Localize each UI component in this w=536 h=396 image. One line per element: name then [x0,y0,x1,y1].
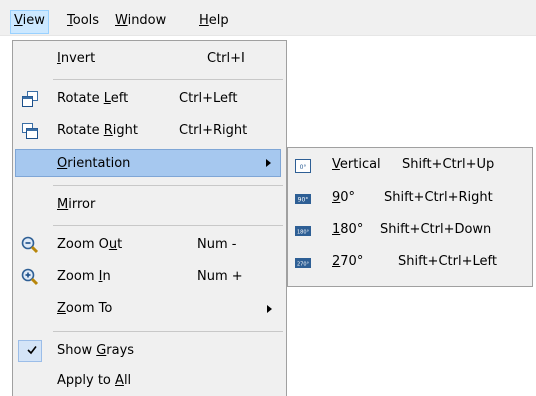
checkmark-icon [27,345,37,358]
svg-text:270°: 270° [297,262,310,268]
submenu-arrow-icon [267,305,272,313]
svg-text:180°: 180° [297,230,310,236]
menu-item-apply-to-all[interactable]: Apply to All [15,367,285,395]
menu-item-rotate-left[interactable]: Rotate Left Ctrl+Left [15,85,285,113]
zoom-out-icon [21,236,39,254]
menu-item-label: Zoom Out [57,237,123,252]
menu-item-vertical[interactable]: 0° Vertical Shift+Ctrl+Up [290,151,530,179]
menubar: View Tools Window Help [0,0,536,36]
view-menu: Invert Ctrl+I Rotate Left Ctrl+Left Rota… [12,40,287,396]
orientation-270-icon: 270° [294,254,312,270]
menu-item-label: Mirror [57,197,96,212]
shortcut-label: Shift+Ctrl+Right [384,190,493,205]
menu-separator [53,79,283,80]
svg-text:0°: 0° [300,164,307,171]
shortcut-label: Ctrl+Left [179,91,238,106]
menu-item-label: Zoom To [57,301,113,316]
menu-item-label: Invert [57,51,96,66]
menu-item-show-grays[interactable]: Show Grays [15,337,285,365]
orientation-vertical-icon: 0° [294,157,312,173]
menu-item-label: 270° [332,254,364,269]
menu-tools[interactable]: Tools [64,11,102,33]
shortcut-label: Num - [197,237,237,252]
shortcut-label: Ctrl+Right [179,123,248,138]
orientation-180-icon: 180° [294,222,312,238]
shortcut-label: Shift+Ctrl+Up [402,157,495,172]
menu-item-rotate-right[interactable]: Rotate Right Ctrl+Right [15,117,285,145]
menu-item-label: Vertical [332,157,381,172]
orientation-90-icon: 90° [294,190,312,206]
menu-item-180-degrees[interactable]: 180° 180° Shift+Ctrl+Down [290,216,530,244]
menu-item-orientation[interactable]: Orientation [15,149,281,177]
zoom-in-icon [21,268,39,286]
menu-item-mirror[interactable]: Mirror [15,191,285,219]
menu-item-zoom-to[interactable]: Zoom To [15,295,285,323]
shortcut-label: Shift+Ctrl+Left [398,254,497,269]
menu-item-270-degrees[interactable]: 270° 270° Shift+Ctrl+Left [290,248,530,276]
shortcut-label: Shift+Ctrl+Down [380,222,492,237]
menu-item-invert[interactable]: Invert Ctrl+I [15,45,285,73]
menu-item-label: Rotate Left [57,91,129,106]
checkbox-checked [18,340,42,362]
submenu-arrow-icon [266,159,271,167]
rotate-right-icon [21,122,39,140]
menu-separator [53,225,283,226]
menu-item-label: 180° [332,222,364,237]
menu-item-zoom-out[interactable]: Zoom Out Num - [15,231,285,259]
menu-item-zoom-in[interactable]: Zoom In Num + [15,263,285,291]
menu-separator [53,331,283,332]
svg-text:90°: 90° [298,197,309,204]
menu-item-label: Rotate Right [57,123,138,138]
menu-item-label: Zoom In [57,269,111,284]
menu-item-label: Show Grays [57,343,135,358]
orientation-submenu: 0° Vertical Shift+Ctrl+Up 90° 90° Shift+… [287,147,533,287]
rotate-left-icon [21,90,39,108]
menu-item-label: 90° [332,190,356,205]
menu-window[interactable]: Window [112,11,169,33]
menu-item-label: Orientation [57,156,131,171]
shortcut-label: Ctrl+I [207,51,245,66]
menu-view[interactable]: View [10,10,49,34]
shortcut-label: Num + [197,269,243,284]
menu-item-90-degrees[interactable]: 90° 90° Shift+Ctrl+Right [290,184,530,212]
menu-help[interactable]: Help [196,11,232,33]
menu-item-label: Apply to All [57,373,132,388]
menu-separator [53,185,283,186]
